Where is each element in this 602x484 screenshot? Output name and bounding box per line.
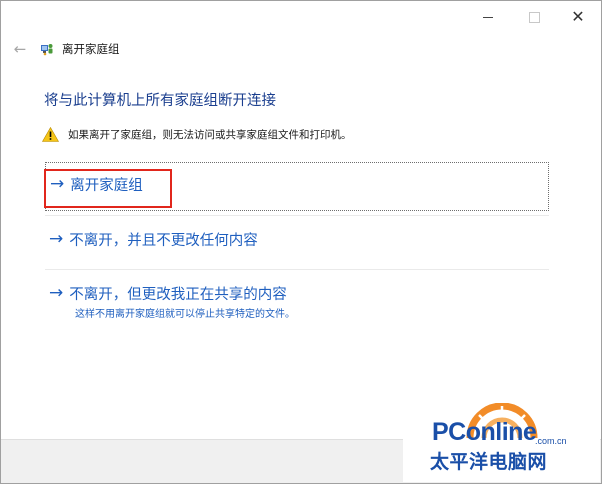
warning-message: 如果离开了家庭组，则无法访问或共享家庭组文件和打印机。: [42, 125, 352, 143]
watermark-domain: .com.cn: [535, 436, 567, 446]
maximize-button[interactable]: [511, 1, 557, 33]
option-label: 不离开，并且不更改任何内容: [69, 233, 258, 249]
warning-text: 如果离开了家庭组，则无法访问或共享家庭组文件和打印机。: [68, 128, 352, 141]
arrow-right-icon: →: [50, 174, 65, 194]
close-icon: ✕: [571, 7, 585, 26]
option-description: 这样不用离开家庭组就可以停止共享特定的文件。: [75, 309, 295, 320]
navigation-bar: ← 离开家庭组: [1, 33, 601, 65]
arrow-right-icon: →: [49, 283, 64, 303]
option-stay-no-change[interactable]: → 不离开，并且不更改任何内容: [45, 215, 549, 270]
option-stay-change-sharing[interactable]: → 不离开，但更改我正在共享的内容 这样不用离开家庭组就可以停止共享特定的文件。: [45, 274, 549, 326]
window-title: 离开家庭组: [62, 42, 120, 56]
arrow-right-icon: →: [49, 229, 64, 249]
minimize-icon: [483, 16, 493, 18]
maximize-icon: [528, 11, 540, 23]
title-bar: ✕: [1, 1, 601, 33]
option-label: 离开家庭组: [70, 178, 143, 194]
option-leave-homegroup[interactable]: → 离开家庭组: [45, 162, 549, 211]
option-row: → 离开家庭组: [50, 174, 143, 195]
option-row: → 不离开，并且不更改任何内容: [49, 229, 258, 250]
minimize-button[interactable]: [465, 1, 511, 33]
watermark-chinese: 太平洋电脑网: [430, 451, 548, 473]
close-button[interactable]: ✕: [555, 1, 601, 33]
option-label: 不离开，但更改我正在共享的内容: [69, 287, 287, 303]
warning-icon: [42, 126, 59, 142]
arrow-left-icon: ←: [13, 40, 27, 58]
page-heading: 将与此计算机上所有家庭组断开连接: [44, 93, 276, 109]
back-button[interactable]: ←: [9, 39, 31, 59]
watermark-brand: PConline: [432, 418, 537, 446]
homegroup-icon: [41, 44, 53, 56]
option-row: → 不离开，但更改我正在共享的内容: [49, 283, 287, 304]
